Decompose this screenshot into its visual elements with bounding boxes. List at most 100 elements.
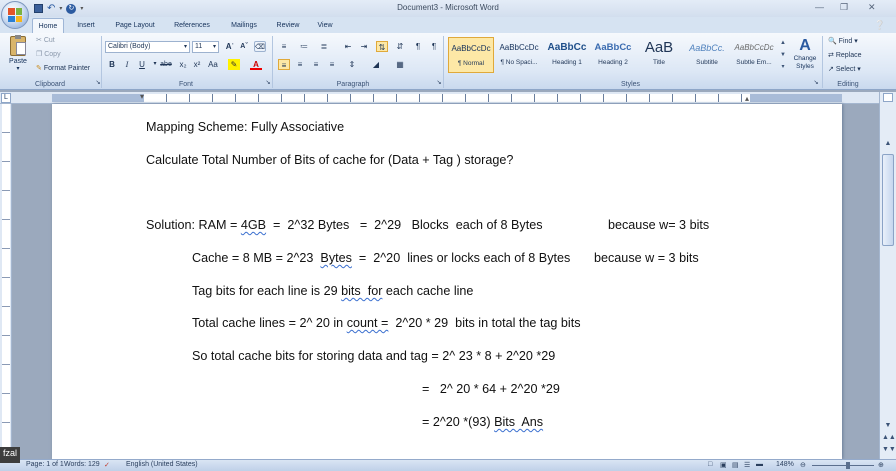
close-icon[interactable]: ✕ bbox=[868, 2, 876, 13]
increase-indent-icon[interactable]: ⇥ bbox=[358, 41, 370, 52]
paste-button[interactable]: Paste ▾ bbox=[5, 35, 31, 76]
styles-scroll[interactable]: ▲ ▼ ▾ bbox=[778, 37, 788, 73]
indent-marker-icon[interactable]: ▾ bbox=[140, 92, 144, 101]
tab-references[interactable]: References bbox=[168, 18, 216, 33]
shading-icon[interactable]: ◢ bbox=[370, 59, 382, 70]
style-normal[interactable]: AaBbCcDc ¶ Normal bbox=[448, 37, 494, 73]
paragraph-group-label: Paragraph bbox=[336, 81, 370, 88]
ruler-toggle-icon[interactable] bbox=[883, 93, 893, 102]
shrink-font-icon[interactable]: Aˇ bbox=[238, 41, 250, 52]
clear-formatting-icon[interactable]: ⌫ bbox=[254, 41, 266, 52]
style-heading-1[interactable]: AaBbCc Heading 1 bbox=[544, 37, 590, 73]
status-bar: Page: 1 of 1 Words: 129 ✓ English (Unite… bbox=[0, 459, 896, 471]
subscript-icon[interactable]: x₂ bbox=[177, 59, 189, 70]
show-hide-icon[interactable]: ¶ bbox=[412, 41, 424, 52]
doc-line-mapping-scheme: Mapping Scheme: Fully Associative bbox=[146, 120, 345, 134]
line-spacing-icon[interactable]: ⇕ bbox=[346, 59, 358, 70]
multilevel-list-icon[interactable]: ≣ bbox=[318, 41, 330, 52]
justify-icon[interactable]: ≡ bbox=[326, 59, 338, 70]
align-left-icon[interactable]: ≡ bbox=[278, 59, 290, 70]
decrease-indent-icon[interactable]: ⇤ bbox=[342, 41, 354, 52]
view-draft-icon[interactable]: ▬ bbox=[756, 461, 763, 468]
ruler-tab-selector[interactable]: L bbox=[1, 93, 11, 103]
view-print-layout-icon[interactable]: □ bbox=[708, 461, 712, 468]
word-count[interactable]: Words: 129 bbox=[64, 461, 100, 468]
style-heading-2[interactable]: AaBbCc Heading 2 bbox=[590, 37, 636, 73]
binoculars-icon: 🔍 bbox=[828, 38, 837, 45]
tab-view[interactable]: View bbox=[310, 18, 340, 33]
change-styles-button[interactable]: A Change Styles bbox=[790, 37, 820, 77]
right-indent-marker-icon[interactable]: ▴ bbox=[745, 94, 749, 103]
chevron-down-icon: ▾ bbox=[16, 66, 20, 72]
change-styles-icon: A bbox=[799, 37, 811, 54]
text-direction-icon[interactable]: ⇅ bbox=[376, 41, 388, 52]
scrollbar-thumb[interactable] bbox=[882, 154, 894, 246]
style-title[interactable]: AaB Title bbox=[636, 37, 682, 73]
cut-button[interactable]: ✂ Cut bbox=[36, 36, 55, 44]
bullets-icon[interactable]: ≡ bbox=[278, 41, 290, 52]
doc-line-cache: Cache = 8 MB = 2^23 Bytes = 2^20 lines o… bbox=[192, 251, 571, 265]
scroll-down-icon[interactable]: ▼ bbox=[882, 422, 894, 432]
pilcrow-icon[interactable]: ¶ bbox=[428, 41, 440, 52]
tab-home[interactable]: Home bbox=[32, 18, 64, 33]
zoom-out-icon[interactable]: ⊖ bbox=[800, 461, 806, 469]
align-right-icon[interactable]: ≡ bbox=[310, 59, 322, 70]
next-page-icon[interactable]: ▼▼ bbox=[882, 446, 896, 456]
tab-mailings[interactable]: Mailings bbox=[222, 18, 266, 33]
highlight-icon[interactable]: ✎ bbox=[228, 59, 240, 70]
change-case-icon[interactable]: Aa bbox=[207, 59, 219, 70]
style-subtle-emphasis[interactable]: AaBbCcDc Subtle Em... bbox=[731, 37, 777, 73]
numbering-icon[interactable]: ≔ bbox=[298, 41, 310, 52]
tab-page-layout[interactable]: Page Layout bbox=[108, 18, 162, 33]
doc-line-cache-because: because w = 3 bits bbox=[594, 251, 699, 265]
doc-line-equation-2: = 2^20 *(93) Bits Ans bbox=[422, 415, 544, 429]
language-indicator[interactable]: English (United States) bbox=[126, 461, 198, 468]
previous-page-icon[interactable]: ▲▲ bbox=[882, 434, 896, 444]
zoom-in-icon[interactable]: ⊕ bbox=[878, 461, 884, 469]
font-name-select[interactable]: Calibri (Body) ▾ bbox=[105, 41, 190, 53]
replace-button[interactable]: ⇄ Replace bbox=[828, 51, 862, 59]
restore-icon[interactable]: ❐ bbox=[840, 2, 848, 13]
view-full-screen-icon[interactable]: ▣ bbox=[720, 461, 727, 469]
ribbon-tabs: Home Insert Page Layout References Maili… bbox=[0, 17, 896, 33]
format-painter-button[interactable]: ✎ Format Painter bbox=[36, 64, 90, 72]
document-page[interactable]: Mapping Scheme: Fully Associative Calcul… bbox=[52, 104, 842, 459]
style-subtitle[interactable]: AaBbCc. Subtitle bbox=[684, 37, 730, 73]
scroll-up-icon[interactable]: ▲ bbox=[882, 140, 894, 150]
borders-icon[interactable]: ▦ bbox=[394, 59, 406, 70]
clipboard-group-label: Clipboard bbox=[35, 81, 65, 88]
align-center-icon[interactable]: ≡ bbox=[294, 59, 306, 70]
proofing-icon[interactable]: ✓ bbox=[104, 461, 110, 469]
dialog-launcher-icon[interactable]: ↘ bbox=[810, 78, 822, 89]
office-button[interactable] bbox=[1, 1, 29, 29]
zoom-slider[interactable] bbox=[812, 465, 874, 466]
select-button[interactable]: ↗ Select ▾ bbox=[828, 65, 861, 73]
editing-group-label: Editing bbox=[837, 81, 859, 88]
doc-line-question: Calculate Total Number of Bits of cache … bbox=[146, 153, 514, 167]
view-outline-icon[interactable]: ☰ bbox=[744, 461, 750, 469]
zoom-slider-thumb[interactable] bbox=[846, 462, 850, 469]
grow-font-icon[interactable]: Aˈ bbox=[224, 41, 236, 52]
style-no-spacing[interactable]: AaBbCcDc ¶ No Spaci... bbox=[496, 37, 542, 73]
clipboard-icon bbox=[10, 35, 26, 56]
sort-icon[interactable]: ⇵ bbox=[394, 41, 406, 52]
italic-icon[interactable]: I bbox=[121, 59, 133, 70]
tab-review[interactable]: Review bbox=[270, 18, 306, 33]
view-web-layout-icon[interactable]: ▤ bbox=[732, 461, 739, 469]
font-color-icon[interactable]: A bbox=[250, 59, 262, 70]
font-size-select[interactable]: 11 ▾ bbox=[192, 41, 219, 53]
copy-button[interactable]: ❐ Copy bbox=[36, 50, 61, 58]
bold-icon[interactable]: B bbox=[106, 59, 118, 70]
find-button[interactable]: 🔍 Find ▾ bbox=[828, 37, 858, 45]
tab-insert[interactable]: Insert bbox=[70, 18, 102, 33]
page-count[interactable]: Page: 1 of 1 bbox=[26, 461, 64, 468]
help-icon[interactable]: ❔ bbox=[874, 20, 885, 31]
horizontal-ruler[interactable]: L ▾ ▴ bbox=[0, 92, 879, 104]
zoom-level[interactable]: 148% bbox=[776, 461, 794, 468]
vertical-scrollbar[interactable]: ▲ ▼ ▲▲ ▼▼ bbox=[879, 92, 896, 459]
underline-icon[interactable]: U bbox=[136, 59, 148, 70]
user-name-tag: fzal bbox=[0, 447, 21, 463]
superscript-icon[interactable]: x² bbox=[191, 59, 203, 70]
strikethrough-icon[interactable]: abe bbox=[160, 59, 172, 70]
minimize-icon[interactable]: — bbox=[815, 2, 824, 12]
